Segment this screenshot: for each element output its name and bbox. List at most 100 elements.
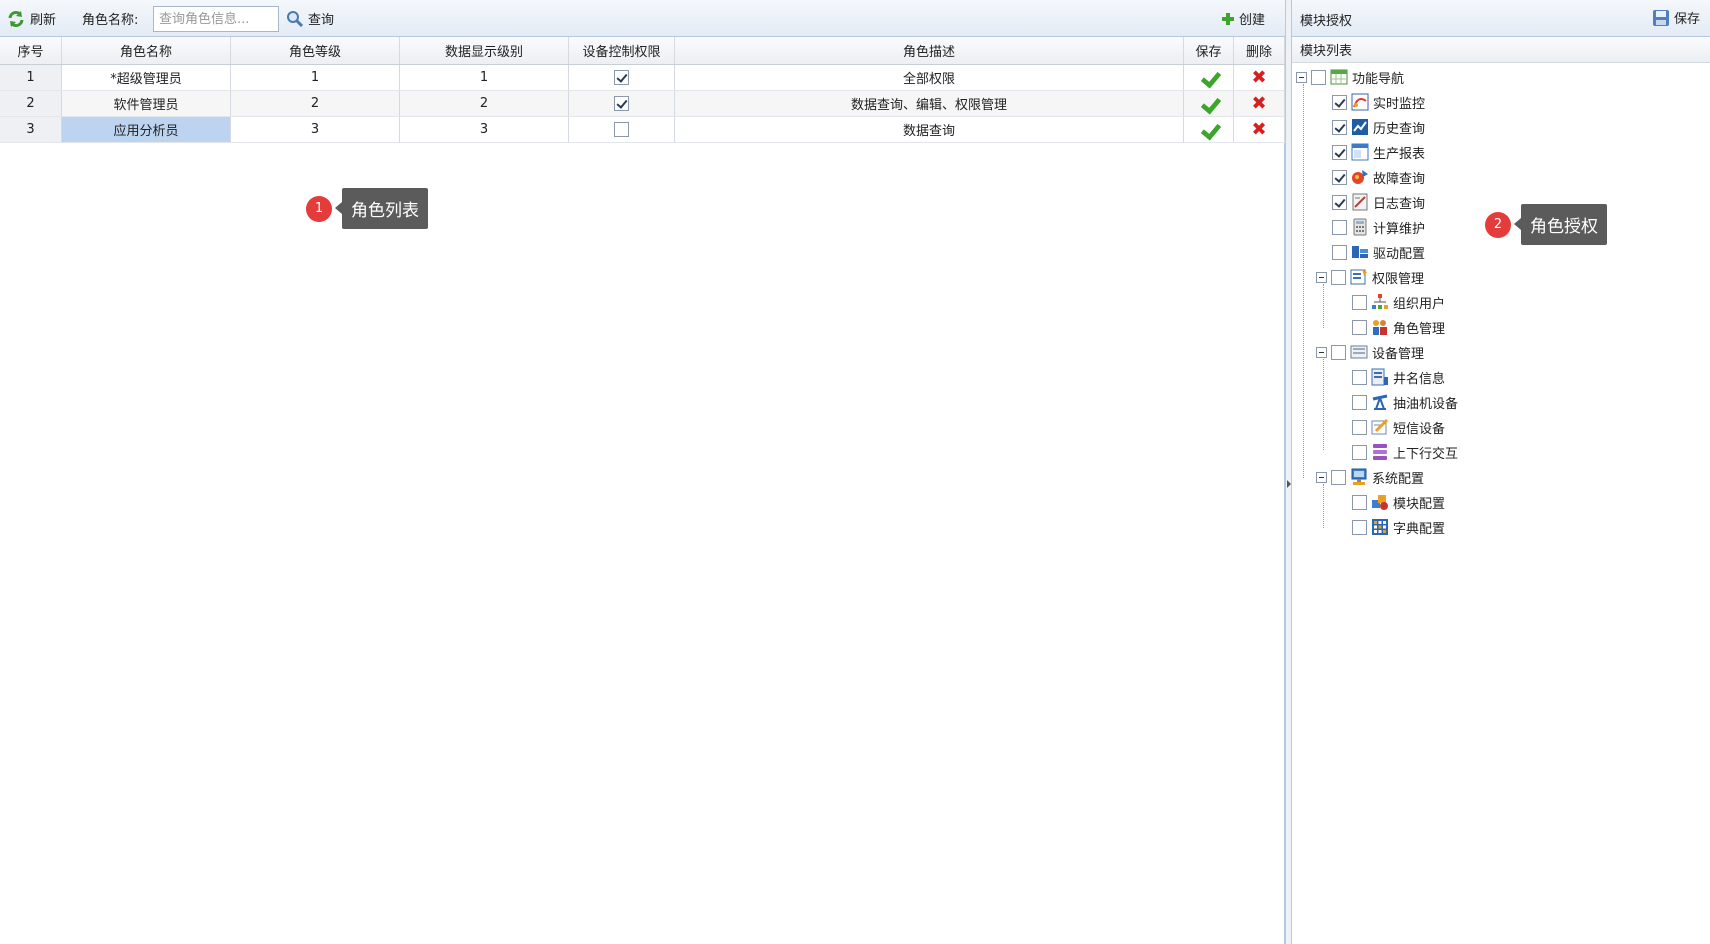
tree-checkbox[interactable] — [1352, 394, 1367, 410]
table-row[interactable]: 1 *超级管理员 1 1 全部权限 ✖ — [0, 65, 1285, 91]
delete-x-icon[interactable]: ✖ — [1251, 120, 1266, 139]
tree-checkbox[interactable] — [1311, 69, 1326, 85]
tree-node-well-info[interactable]: 井名信息 — [1352, 366, 1445, 388]
dictionary-grid-icon — [1372, 519, 1388, 535]
tree-checkbox[interactable] — [1352, 419, 1367, 435]
module-list-header: 模块列表 — [1292, 37, 1710, 63]
tree-node-org-users[interactable]: 组织用户 — [1352, 291, 1445, 313]
row-delete-cell: ✖ — [1234, 91, 1285, 116]
tree-node-calc[interactable]: 计算维护 — [1332, 216, 1425, 238]
tree-node-report[interactable]: 生产报表 — [1332, 141, 1425, 163]
tree-checkbox[interactable] — [1331, 469, 1346, 485]
col-index-header[interactable]: 序号 — [0, 37, 62, 64]
delete-x-icon[interactable]: ✖ — [1251, 68, 1266, 87]
row-data-level[interactable]: 1 — [400, 65, 569, 90]
callout-number-badge: 1 — [306, 195, 332, 222]
role-search-input[interactable] — [153, 6, 279, 32]
save-check-icon[interactable] — [1199, 96, 1219, 112]
save-check-icon[interactable] — [1199, 122, 1219, 138]
row-role-name[interactable]: 应用分析员 — [62, 117, 231, 142]
tree-label: 功能导航 — [1352, 71, 1405, 87]
query-button[interactable]: 查询 — [286, 0, 334, 37]
tree-node-root[interactable]: 功能导航 — [1296, 66, 1404, 88]
tree-checkbox[interactable] — [1332, 219, 1347, 235]
create-label: 创建 — [1239, 13, 1266, 28]
tree-node-module-config[interactable]: 模块配置 — [1352, 491, 1445, 513]
refresh-label: 刷新 — [30, 13, 57, 28]
row-role-desc[interactable]: 数据查询、编辑、权限管理 — [675, 91, 1184, 116]
calculator-icon — [1353, 218, 1367, 236]
refresh-button[interactable]: 刷新 — [6, 0, 56, 37]
module-list-title: 模块列表 — [1300, 44, 1353, 59]
col-device-control-header[interactable]: 设备控制权限 — [569, 37, 675, 64]
tree-checkbox[interactable] — [1332, 119, 1347, 135]
tree-node-pump[interactable]: 抽油机设备 — [1352, 391, 1458, 413]
row-device-control — [569, 91, 675, 116]
tree-label: 模块配置 — [1393, 496, 1446, 512]
row-data-level[interactable]: 2 — [400, 91, 569, 116]
tree-checkbox[interactable] — [1352, 369, 1367, 385]
device-icon — [1350, 345, 1368, 359]
tree-checkbox[interactable] — [1331, 269, 1346, 285]
row-role-name[interactable]: *超级管理员 — [62, 65, 231, 90]
save-auth-button[interactable]: 保存 — [1652, 8, 1700, 27]
collapse-arrow-icon[interactable] — [1287, 480, 1291, 488]
tree-node-driver[interactable]: 驱动配置 — [1332, 241, 1425, 263]
device-control-checkbox[interactable] — [614, 122, 629, 137]
panel-splitter[interactable] — [1285, 0, 1292, 944]
save-check-icon[interactable] — [1199, 70, 1219, 86]
device-control-checkbox[interactable] — [614, 70, 629, 85]
col-level-header[interactable]: 角色等级 — [231, 37, 400, 64]
collapse-toggle-icon[interactable] — [1316, 271, 1327, 283]
tree-checkbox[interactable] — [1352, 294, 1367, 310]
col-save-header[interactable]: 保存 — [1184, 37, 1234, 64]
col-name-header[interactable]: 角色名称 — [62, 37, 231, 64]
tree-node-dictionary[interactable]: 字典配置 — [1352, 516, 1445, 538]
row-role-desc[interactable]: 全部权限 — [675, 65, 1184, 90]
row-data-level[interactable]: 3 — [400, 117, 569, 142]
query-label: 查询 — [308, 13, 335, 28]
tree-node-updown[interactable]: 上下行交互 — [1352, 441, 1458, 463]
collapse-toggle-icon[interactable] — [1316, 471, 1327, 483]
tree-checkbox[interactable] — [1352, 444, 1367, 460]
tree-checkbox[interactable] — [1331, 344, 1346, 360]
module-auth-header: 模块授权 保存 — [1292, 0, 1710, 37]
tree-checkbox[interactable] — [1332, 169, 1347, 185]
table-row[interactable]: 2 软件管理员 2 2 数据查询、编辑、权限管理 ✖ — [0, 91, 1285, 117]
tree-label: 上下行交互 — [1393, 446, 1459, 462]
tree-node-sms[interactable]: 短信设备 — [1352, 416, 1445, 438]
collapse-toggle-icon[interactable] — [1296, 71, 1307, 83]
tree-node-system-group[interactable]: 系统配置 — [1316, 466, 1424, 488]
tree-node-history[interactable]: 历史查询 — [1332, 116, 1425, 138]
row-role-desc[interactable]: 数据查询 — [675, 117, 1184, 142]
table-row[interactable]: 3 应用分析员 3 3 数据查询 ✖ — [0, 117, 1285, 143]
device-control-checkbox[interactable] — [614, 96, 629, 111]
tree-checkbox[interactable] — [1332, 144, 1347, 160]
tree-node-device-group[interactable]: 设备管理 — [1316, 341, 1424, 363]
create-button[interactable]: 创建 — [1221, 0, 1265, 37]
tree-node-log[interactable]: 日志查询 — [1332, 191, 1425, 213]
tree-checkbox[interactable] — [1332, 94, 1347, 110]
tree-checkbox[interactable] — [1352, 519, 1367, 535]
role-name-label: 角色名称: — [82, 0, 138, 37]
collapse-toggle-icon[interactable] — [1316, 346, 1327, 358]
col-data-level-header[interactable]: 数据显示级别 — [400, 37, 569, 64]
row-role-level[interactable]: 2 — [231, 91, 400, 116]
tree-node-permission-group[interactable]: 权限管理 — [1316, 266, 1424, 288]
tree-checkbox[interactable] — [1352, 319, 1367, 335]
col-desc-header[interactable]: 角色描述 — [675, 37, 1184, 64]
tree-checkbox[interactable] — [1352, 494, 1367, 510]
tree-label: 历史查询 — [1373, 121, 1426, 137]
row-role-level[interactable]: 3 — [231, 117, 400, 142]
col-delete-header[interactable]: 删除 — [1234, 37, 1285, 64]
refresh-icon — [8, 10, 24, 27]
tree-node-fault[interactable]: 故障查询 — [1332, 166, 1425, 188]
tree-node-realtime[interactable]: 实时监控 — [1332, 91, 1425, 113]
tree-label: 字典配置 — [1393, 521, 1446, 537]
row-role-name[interactable]: 软件管理员 — [62, 91, 231, 116]
tree-checkbox[interactable] — [1332, 194, 1347, 210]
tree-node-role-mgmt[interactable]: 角色管理 — [1352, 316, 1445, 338]
row-role-level[interactable]: 1 — [231, 65, 400, 90]
tree-checkbox[interactable] — [1332, 244, 1347, 260]
delete-x-icon[interactable]: ✖ — [1251, 94, 1266, 113]
